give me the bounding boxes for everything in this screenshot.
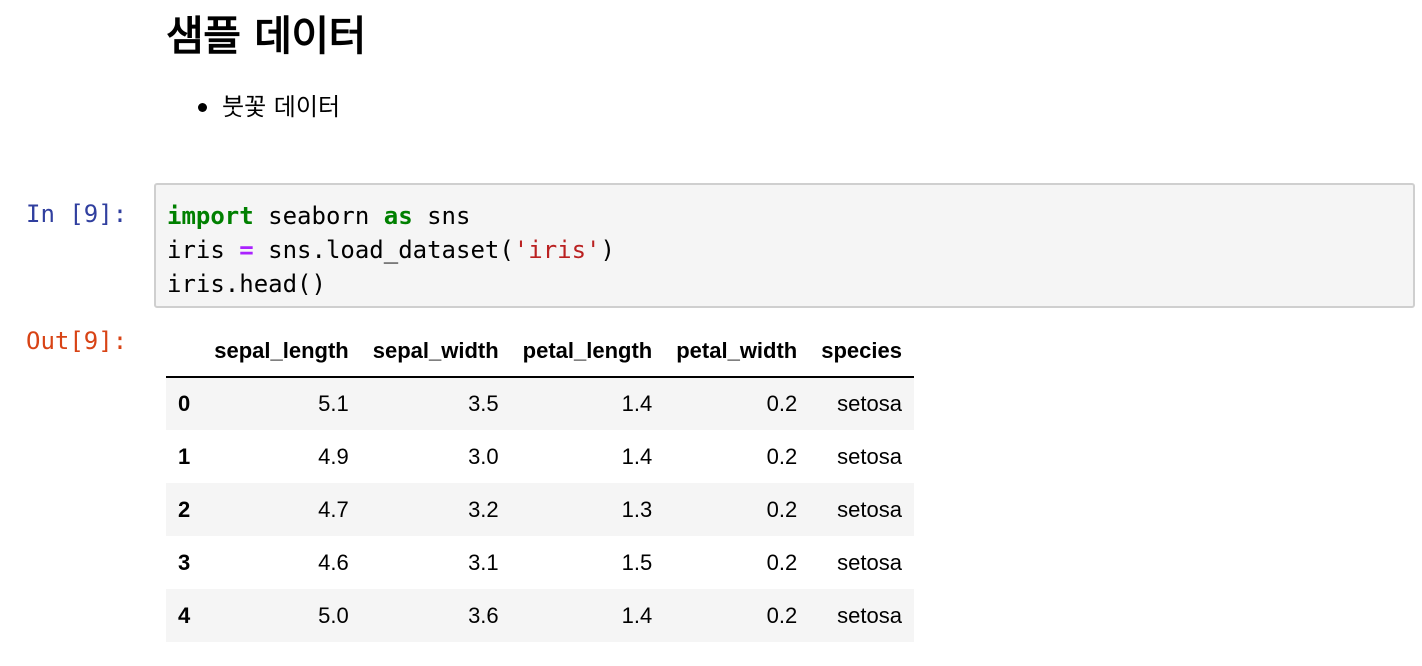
table-cell: 0.2 — [766, 496, 798, 522]
table-row: 3 4.6 3.1 1.5 0.2 setosa — [166, 536, 914, 589]
alias-name: sns — [412, 202, 471, 230]
row-index: 1 — [178, 443, 191, 469]
table-cell: 4.9 — [318, 443, 349, 469]
variable-name: iris — [167, 236, 240, 264]
keyword-as: as — [383, 202, 413, 230]
input-prompt: In [9]: — [26, 200, 128, 228]
table-cell: setosa — [837, 443, 902, 469]
table-cell: 3.1 — [468, 549, 499, 575]
table-cell: 0.2 — [766, 443, 798, 469]
table-cell: 3.6 — [468, 602, 499, 628]
notebook-page: 샘플 데이터 붓꽃 데이터 In [9]: import seaborn as … — [0, 0, 1422, 666]
table-cell: 1.4 — [621, 443, 653, 469]
output-prompt: Out[9]: — [26, 327, 128, 355]
keyword-import: import — [167, 202, 254, 230]
table-cell: setosa — [837, 391, 902, 416]
column-header: sepal_width — [360, 326, 511, 378]
table-cell: 5.0 — [318, 602, 349, 628]
table-row: 4 5.0 3.6 1.4 0.2 setosa — [166, 589, 914, 642]
table-cell: setosa — [837, 602, 902, 628]
table-cell: 1.5 — [621, 549, 653, 575]
code-line-2: iris = sns.load_dataset('iris') — [167, 233, 1413, 267]
table-row: 2 4.7 3.2 1.3 0.2 setosa — [166, 483, 914, 536]
dataframe-table: sepal_length sepal_width petal_length pe… — [166, 326, 914, 642]
table-cell: 0.2 — [766, 391, 798, 416]
table-cell: 1.4 — [621, 602, 653, 628]
table-cell: 4.6 — [318, 549, 349, 575]
column-header: sepal_length — [202, 326, 361, 378]
row-index: 0 — [178, 391, 191, 416]
row-index: 4 — [178, 602, 191, 628]
table-cell: 3.5 — [468, 391, 499, 416]
code-editor[interactable]: import seaborn as sns iris = sns.load_da… — [154, 183, 1415, 308]
code-line-1: import seaborn as sns — [167, 199, 1413, 233]
index-header — [166, 326, 203, 378]
table-cell: 3.0 — [468, 443, 499, 469]
code-line-3: iris.head() — [167, 270, 326, 298]
table-header-row: sepal_length sepal_width petal_length pe… — [166, 326, 914, 378]
table-cell: 1.3 — [621, 496, 653, 522]
markdown-bullet-list: 붓꽃 데이터 — [166, 86, 340, 128]
markdown-heading: 샘플 데이터 — [166, 12, 366, 60]
table-cell: 3.2 — [468, 496, 499, 522]
column-header: petal_length — [510, 326, 665, 378]
table-cell: 0.2 — [766, 602, 798, 628]
table-cell: 1.4 — [621, 391, 653, 416]
table-cell: 0.2 — [766, 549, 798, 575]
table-row: 1 4.9 3.0 1.4 0.2 setosa — [166, 430, 914, 483]
table-cell: setosa — [837, 496, 902, 522]
table-cell: setosa — [837, 549, 902, 575]
table-row: 0 5.1 3.5 1.4 0.2 setosa — [166, 377, 914, 430]
row-index: 3 — [178, 549, 191, 575]
bullet-item: 붓꽃 데이터 — [197, 86, 340, 128]
function-call: sns.load_dataset( — [253, 236, 514, 264]
module-name: seaborn — [253, 202, 384, 230]
assign-operator: = — [239, 236, 254, 264]
table-cell: 5.1 — [318, 391, 349, 416]
column-header: species — [809, 326, 914, 378]
table-cell: 4.7 — [318, 496, 349, 522]
row-index: 2 — [178, 496, 191, 522]
column-header: petal_width — [664, 326, 810, 378]
close-paren: ) — [600, 236, 615, 264]
string-literal: 'iris' — [513, 236, 601, 264]
